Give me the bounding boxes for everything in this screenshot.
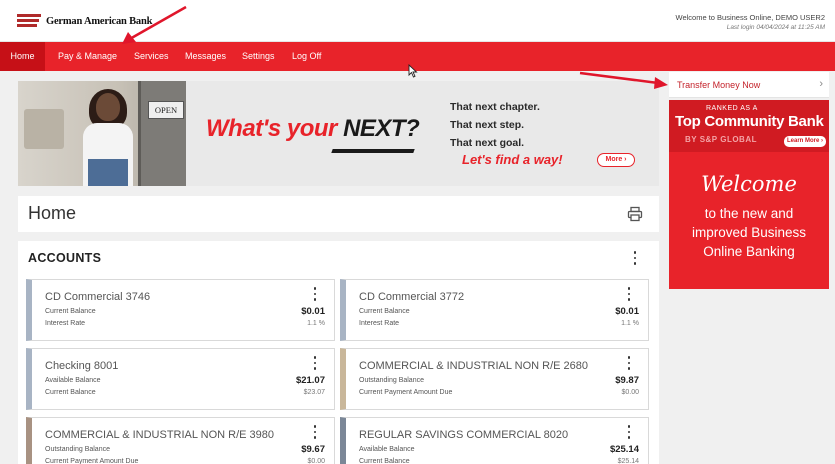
account-more-options-icon[interactable] [312,356,318,370]
banner-headline: What's your NEXT? [206,115,420,143]
nav-pay-manage[interactable]: Pay & Manage [58,42,117,71]
ad-welcome: Welcome [701,172,797,196]
account-value-primary: $25.14 [609,444,639,455]
tagline-line: That next goal. [450,137,525,149]
account-tile[interactable]: CD Commercial 3746 Current Balance $0.01 In… [26,279,335,341]
account-label-secondary: Interest Rate [45,320,86,327]
headline-underline [331,149,415,153]
account-label-secondary: Current Payment Amount Due [45,458,139,464]
account-value-secondary: $25.14 [617,458,639,464]
account-label-primary: Outstanding Balance [359,377,424,384]
account-value-primary: $9.87 [615,375,639,386]
account-value-secondary: 1.1 % [621,320,639,327]
open-sign: OPEN [148,101,184,119]
account-tile[interactable]: REGULAR SAVINGS COMMERCIAL 8020 Available… [340,417,649,464]
banner-headline-part-b: NEXT? [343,115,420,142]
banner-photo: OPEN [18,81,186,186]
ad-subtext-line: improved Business [691,225,807,240]
accounts-title: ACCOUNTS [28,251,102,265]
account-label-secondary: Current Payment Amount Due [359,389,453,396]
nav-log-off[interactable]: Log Off [292,42,321,71]
account-value-primary: $21.07 [295,375,325,386]
account-name[interactable]: REGULAR SAVINGS COMMERCIAL 8020 [359,429,568,441]
account-tile[interactable]: COMMERCIAL & INDUSTRIAL NON R/E 2680 Outs… [340,348,649,410]
tagline-line: That next chapter. [450,101,540,113]
account-name[interactable]: CD Commercial 3772 [359,291,464,303]
account-tile[interactable]: COMMERCIAL & INDUSTRIAL NON R/E 3980 Outs… [26,417,335,464]
account-name[interactable]: Checking 8001 [45,360,118,372]
annotation-arrow-icon [579,71,668,89]
transfer-money-link[interactable]: Transfer Money Now › [669,72,829,98]
account-more-options-icon[interactable] [626,425,632,439]
account-value-primary: $0.01 [301,306,325,317]
account-value-secondary: $23.07 [303,389,325,396]
account-more-options-icon[interactable] [626,287,632,301]
mouse-cursor-icon [408,64,418,78]
banner-more-button[interactable]: More › [597,153,635,167]
print-icon[interactable] [627,206,643,222]
banner-tagline: That next chapter. That next step. That … [450,98,540,152]
accounts-more-options-icon[interactable] [632,251,638,265]
account-label-primary: Outstanding Balance [45,446,110,453]
welcome-ad: Welcome to the new and improved Business… [669,152,829,289]
account-label-primary: Current Balance [359,308,410,315]
welcome-message: Welcome to Business Online, DEMO USER2 L… [676,13,826,33]
ad-source: BY S&P GLOBAL [685,135,757,144]
account-more-options-icon[interactable] [312,287,318,301]
account-tile[interactable]: Checking 8001 Available Balance $21.07 Curr… [26,348,335,410]
nav-services[interactable]: Services [134,42,169,71]
account-label-primary: Current Balance [45,308,96,315]
account-value-secondary: $0.00 [307,458,325,464]
account-label-primary: Available Balance [45,377,101,384]
page-title: Home [28,203,77,223]
account-value-secondary: $0.00 [621,389,639,396]
ad-headline: Top Community Bank [675,113,824,130]
account-more-options-icon[interactable] [626,356,632,370]
account-value-secondary: 1.1 % [307,320,325,327]
ad-subtext-line: Online Banking [703,244,795,259]
account-name[interactable]: COMMERCIAL & INDUSTRIAL NON R/E 3980 [45,429,274,441]
nav-messages[interactable]: Messages [185,42,226,71]
bank-logo-icon [17,13,41,29]
page-header: Home [18,196,659,232]
welcome-text: Welcome to Business Online, DEMO USER2 [675,13,826,22]
tagline-line: That next step. [450,119,525,131]
account-label-secondary: Interest Rate [359,320,400,327]
account-label-secondary: Current Balance [45,389,96,396]
chevron-right-icon: › [819,78,823,90]
nav-settings[interactable]: Settings [242,42,275,71]
last-login: Last login 04/04/2024 at 11:25 AM [726,24,825,31]
ranking-ad[interactable]: RANKED AS A Top Community Bank BY S&P GL… [669,100,829,152]
banner-headline-part-a: What's your [206,115,344,142]
account-label-primary: Available Balance [359,446,415,453]
account-value-primary: $9.67 [301,444,325,455]
transfer-money-label: Transfer Money Now [677,80,761,90]
account-value-primary: $0.01 [615,306,639,317]
promo-banner[interactable]: OPEN What's your NEXT? That next chapter… [18,81,659,186]
ad-learn-more-button[interactable]: Learn More › [784,136,826,147]
banner-cta-text: Let's find a way! [462,152,563,167]
ad-subtext: to the new and improved Business Online … [669,204,829,261]
account-more-options-icon[interactable] [312,425,318,439]
annotation-arrow-icon [122,5,187,44]
account-label-secondary: Current Balance [359,458,410,464]
ad-ranked-text: RANKED AS A [706,105,758,112]
account-name[interactable]: CD Commercial 3746 [45,291,150,303]
nav-home[interactable]: Home [0,42,45,71]
account-name[interactable]: COMMERCIAL & INDUSTRIAL NON R/E 2680 [359,360,588,372]
ad-subtext-line: to the new and [704,206,794,221]
account-tile[interactable]: CD Commercial 3772 Current Balance $0.01 In… [340,279,649,341]
